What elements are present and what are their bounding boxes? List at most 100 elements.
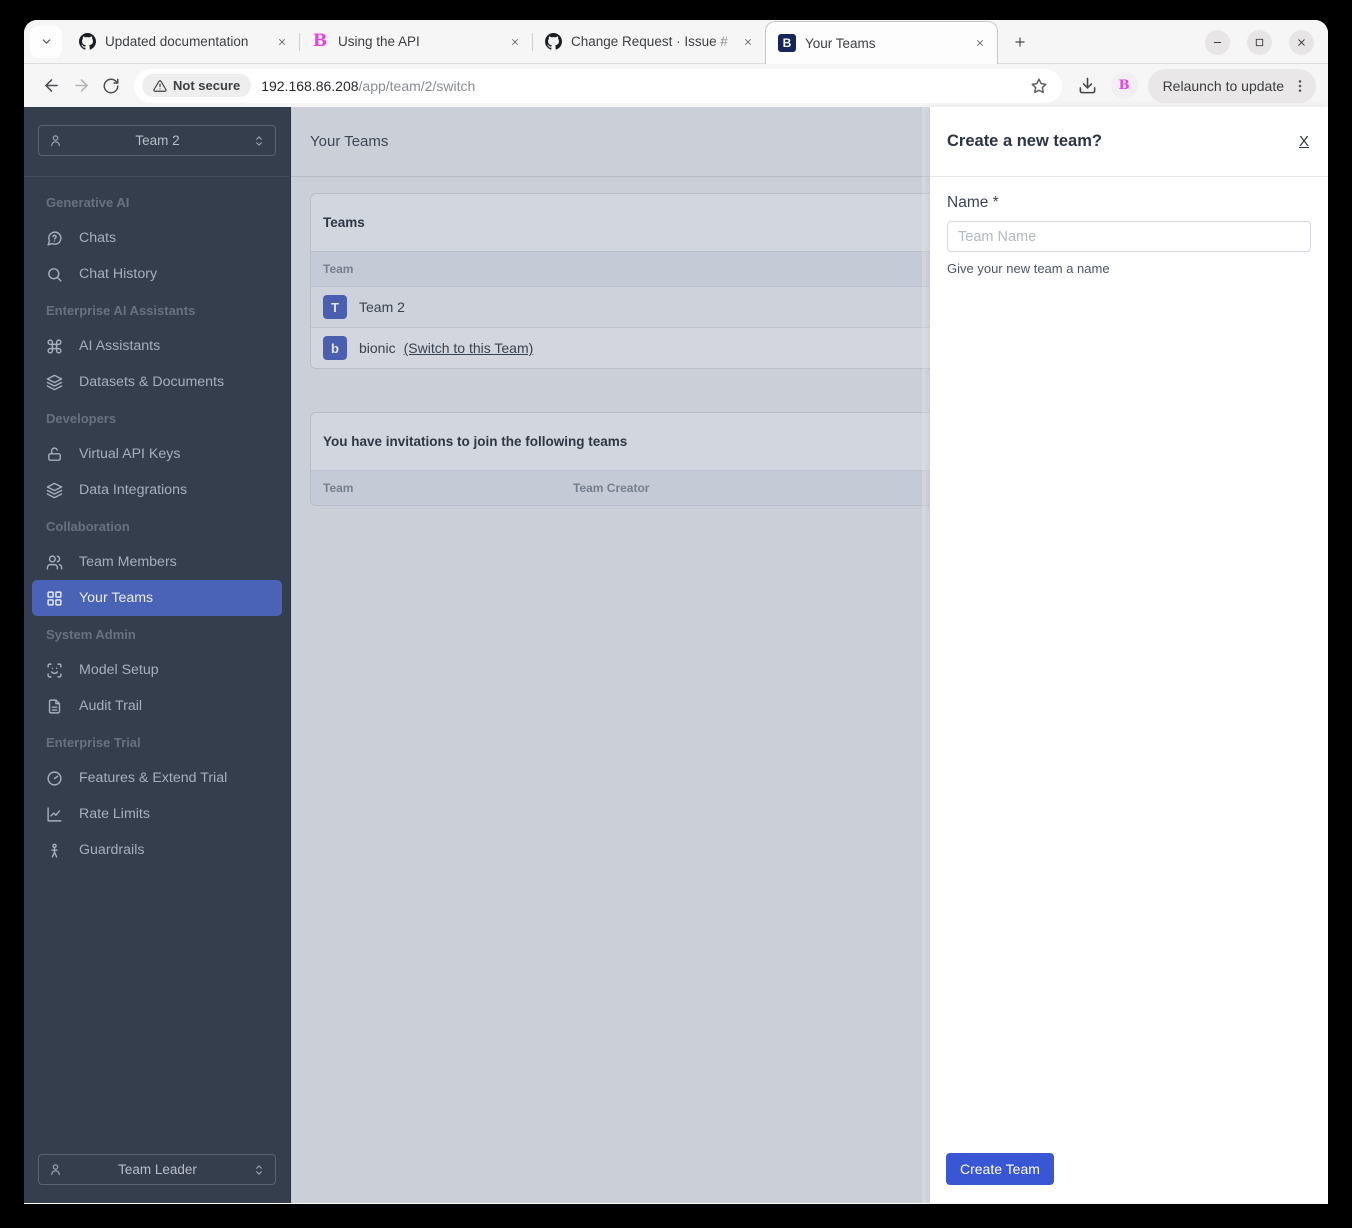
name-field-hint: Give your new team a name	[947, 261, 1110, 276]
tab-close-icon[interactable]	[506, 33, 524, 51]
tab-close-icon[interactable]	[739, 33, 757, 51]
sidebar-item-chat-history[interactable]: Chat History	[24, 256, 290, 292]
sidebar-item-model-setup[interactable]: Model Setup	[24, 652, 290, 688]
reload-button[interactable]	[96, 71, 126, 101]
main-content: Your Teams Teams Team T Team 2 b bionic	[291, 107, 1328, 1203]
forward-button[interactable]	[66, 71, 96, 101]
tab-search-button[interactable]	[30, 25, 62, 58]
avatar: T	[323, 295, 347, 319]
layers-icon	[46, 482, 63, 499]
layers-icon	[46, 374, 63, 391]
minimize-button[interactable]	[1205, 30, 1230, 55]
address-bar[interactable]: Not secure 192.168.86.208/app/team/2/swi…	[134, 68, 1062, 103]
create-team-button[interactable]: Create Team	[946, 1153, 1054, 1185]
tab-updated-documentation[interactable]: Updated documentation	[66, 25, 299, 59]
search-icon	[46, 266, 63, 283]
gauge-icon	[46, 770, 63, 787]
column-team-creator: Team Creator	[573, 481, 650, 495]
new-tab-button[interactable]	[1006, 28, 1034, 56]
person-icon	[48, 133, 63, 148]
sidebar-item-your-teams[interactable]: Your Teams	[32, 580, 282, 616]
tab-your-teams[interactable]: B Your Teams	[765, 21, 998, 64]
github-icon	[78, 33, 96, 51]
scrollbar[interactable]	[922, 107, 930, 1203]
sidebar-item-label: Features & Extend Trial	[79, 770, 228, 786]
drawer-footer: Create Team	[930, 1153, 1328, 1203]
sidebar-nav: Generative AI Chats Chat History Enterpr…	[24, 184, 290, 868]
sidebar-item-label: Guardrails	[79, 842, 145, 858]
unlock-icon	[46, 446, 63, 463]
chat-question-icon	[46, 230, 63, 247]
bionic-extension-icon[interactable]: B	[1110, 72, 1138, 99]
tab-strip: Updated documentation B Using the API Ch…	[24, 20, 1328, 64]
tab-title: Using the API	[338, 34, 420, 49]
sidebar-item-label: Model Setup	[79, 662, 159, 678]
close-icon	[1296, 37, 1307, 48]
scan-face-icon	[46, 662, 63, 679]
sidebar-item-features-extend-trial[interactable]: Features & Extend Trial	[24, 760, 290, 796]
plus-icon	[1013, 35, 1027, 49]
column-team: Team	[323, 262, 354, 276]
sidebar-item-label: Your Teams	[79, 590, 154, 606]
close-window-button[interactable]	[1289, 30, 1314, 55]
maximize-icon	[1254, 37, 1265, 48]
sidebar-item-rate-limits[interactable]: Rate Limits	[24, 796, 290, 832]
tab-change-request[interactable]: Change Request · Issue #	[532, 25, 765, 59]
sidebar-item-team-members[interactable]: Team Members	[24, 544, 290, 580]
column-team: Team	[323, 481, 354, 495]
sidebar-item-label: Data Integrations	[79, 482, 188, 498]
app-favicon: B	[778, 34, 796, 52]
chevrons-up-down-icon	[252, 134, 266, 148]
switch-to-team-link[interactable]: (Switch to this Team)	[404, 340, 534, 356]
maximize-button[interactable]	[1247, 30, 1272, 55]
sidebar-item-label: Virtual API Keys	[79, 446, 181, 462]
tab-separator	[299, 32, 300, 51]
sidebar-item-label: Rate Limits	[79, 806, 150, 822]
tab-title: Change Request · Issue #	[571, 34, 739, 49]
section-label-enterprise-trial: Enterprise Trial	[46, 734, 141, 750]
line-chart-icon	[46, 806, 63, 823]
drawer-title: Create a new team?	[947, 132, 1102, 150]
name-field-label: Name *	[947, 194, 999, 211]
sidebar-item-datasets-documents[interactable]: Datasets & Documents	[24, 364, 290, 400]
sidebar-item-audit-trail[interactable]: Audit Trail	[24, 688, 290, 724]
sidebar-item-label: Chats	[79, 230, 117, 246]
team-name-input[interactable]	[947, 221, 1311, 252]
sidebar: Team 2 Generative AI Chats Chat History …	[24, 107, 291, 1203]
section-label-developers: Developers	[46, 410, 117, 426]
command-icon	[46, 338, 63, 355]
sidebar-item-chats[interactable]: Chats	[24, 220, 290, 256]
relaunch-to-update-button[interactable]: Relaunch to update	[1147, 68, 1316, 103]
tab-close-icon[interactable]	[971, 34, 989, 52]
sidebar-item-guardrails[interactable]: Guardrails	[24, 832, 290, 868]
tab-using-the-api[interactable]: B Using the API	[299, 25, 532, 59]
users-icon	[46, 554, 63, 571]
role-selector[interactable]: Team Leader	[38, 1154, 276, 1185]
section-label-collaboration: Collaboration	[46, 518, 130, 534]
browser-toolbar: Not secure 192.168.86.208/app/team/2/swi…	[24, 64, 1328, 107]
tab-separator	[532, 32, 533, 51]
chevron-down-icon	[40, 35, 53, 48]
avatar: b	[323, 336, 347, 360]
grid-icon	[46, 590, 63, 607]
role-selector-wrap: Team Leader	[24, 1154, 290, 1185]
team-selector-value: Team 2	[135, 133, 180, 148]
download-icon[interactable]	[1078, 76, 1097, 95]
section-label-system-admin: System Admin	[46, 626, 136, 642]
team-name: bionic	[359, 340, 396, 356]
bookmark-star-icon[interactable]	[1030, 77, 1048, 95]
back-button[interactable]	[36, 71, 66, 101]
sidebar-item-data-integrations[interactable]: Data Integrations	[24, 472, 290, 508]
github-icon	[544, 33, 562, 51]
app-content: Team 2 Generative AI Chats Chat History …	[24, 107, 1328, 1203]
sidebar-item-ai-assistants[interactable]: AI Assistants	[24, 328, 290, 364]
tab-close-icon[interactable]	[273, 33, 291, 51]
menu-dots-icon[interactable]	[1292, 78, 1308, 94]
sidebar-item-virtual-api-keys[interactable]: Virtual API Keys	[24, 436, 290, 472]
drawer-close-button[interactable]: X	[1299, 133, 1309, 150]
team-selector[interactable]: Team 2	[38, 125, 276, 156]
security-chip[interactable]: Not secure	[142, 74, 252, 97]
minimize-icon	[1212, 37, 1223, 48]
browser-window: Updated documentation B Using the API Ch…	[24, 20, 1328, 1204]
url-host: 192.168.86.208	[261, 77, 359, 94]
